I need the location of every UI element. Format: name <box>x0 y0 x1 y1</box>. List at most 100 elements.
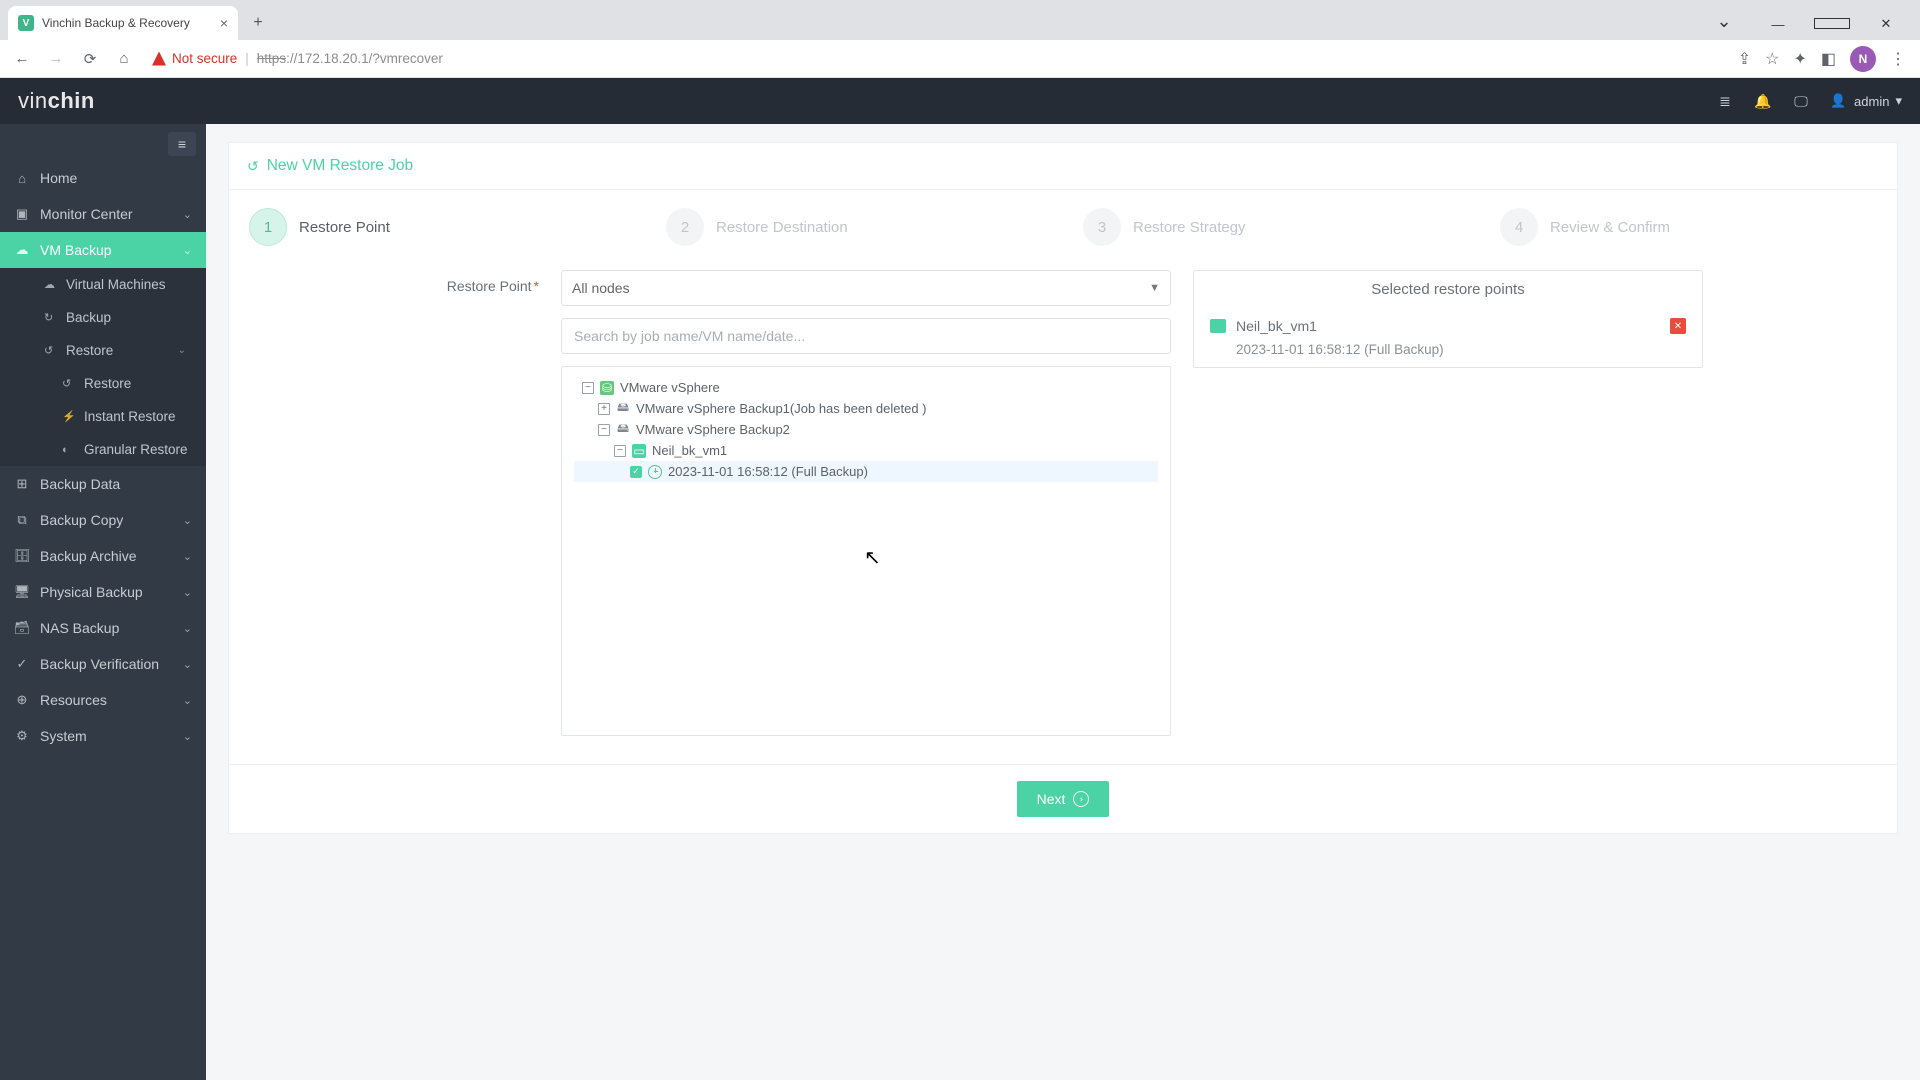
tree-node-job1[interactable]: + 🖴 VMware vSphere Backup1(Job has been … <box>574 398 1158 419</box>
selected-panel-title: Selected restore points <box>1194 271 1702 308</box>
selected-vm-row: Neil_bk_vm1 ✕ <box>1210 318 1686 334</box>
home-button[interactable]: ⌂ <box>112 47 136 71</box>
url-box[interactable]: Not secure | https://172.18.20.1/?vmreco… <box>146 51 1728 66</box>
side-panel-icon[interactable]: ◧ <box>1821 49 1836 69</box>
sidebar-sub-backup[interactable]: ↻ Backup <box>44 301 206 334</box>
tree-label: VMware vSphere Backup2 <box>636 422 790 437</box>
collapse-toggle[interactable]: − <box>582 382 594 394</box>
disk-icon: 🖴 <box>616 423 630 437</box>
sidebar-sub-restore-group[interactable]: ↺ Restore ⌄ <box>44 334 206 367</box>
browser-tab[interactable]: V Vinchin Backup & Recovery × <box>8 6 238 40</box>
collapse-toggle[interactable]: − <box>598 424 610 436</box>
physical-icon: 🖥 <box>14 584 30 600</box>
chevron-down-icon: ▼ <box>1149 282 1160 294</box>
app-header: vinchin ≣ 🔔 🖵 👤 admin ▾ <box>0 78 1920 124</box>
selected-panel: Selected restore points Neil_bk_vm1 ✕ 20… <box>1193 270 1703 368</box>
step-4[interactable]: 4 Review & Confirm <box>1500 208 1877 246</box>
disk-icon: 🖴 <box>616 402 630 416</box>
sidebar-sub-instant-restore[interactable]: ⚡ Instant Restore <box>44 400 206 433</box>
sidebar-label: Backup Archive <box>40 548 137 564</box>
list-icon[interactable]: ≣ <box>1716 92 1734 110</box>
warning-icon <box>152 52 166 66</box>
step-number: 4 <box>1500 208 1538 246</box>
home-icon: ⌂ <box>14 170 30 186</box>
window-minimize-icon[interactable] <box>1760 17 1796 32</box>
logo[interactable]: vinchin <box>18 88 95 114</box>
sidebar-label: VM Backup <box>40 242 112 258</box>
chevron-icon: ⌄ <box>178 345 198 356</box>
granular-icon: ◐ <box>62 444 76 456</box>
next-button[interactable]: Next › <box>1017 781 1110 817</box>
sidebar-item-backup-data[interactable]: ⊞ Backup Data <box>0 466 206 502</box>
sidebar-collapse-button[interactable]: ≡ <box>168 132 196 156</box>
forward-button[interactable]: → <box>44 47 68 71</box>
tree-node-restore-point[interactable]: ✓ 2023-11-01 16:58:12 (Full Backup) <box>574 461 1158 482</box>
sidebar-sub-granular-restore[interactable]: ◐ Granular Restore <box>44 433 206 466</box>
sidebar-item-physical-backup[interactable]: 🖥 Physical Backup ⌄ <box>0 574 206 610</box>
remove-button[interactable]: ✕ <box>1670 318 1686 334</box>
tree-node-vm[interactable]: − ▭ Neil_bk_vm1 <box>574 440 1158 461</box>
tab-close-icon[interactable]: × <box>220 15 228 31</box>
restore-icon: ↺ <box>62 377 76 390</box>
window-close-icon[interactable] <box>1868 16 1904 32</box>
sidebar-item-monitor[interactable]: ▣ Monitor Center ⌄ <box>0 196 206 232</box>
step-2[interactable]: 2 Restore Destination <box>666 208 1043 246</box>
sidebar-item-nas-backup[interactable]: 🗃 NAS Backup ⌄ <box>0 610 206 646</box>
sidebar-item-system[interactable]: ⚙ System ⌄ <box>0 718 206 754</box>
monitor-center-icon: ▣ <box>14 206 30 222</box>
monitor-icon[interactable]: 🖵 <box>1792 92 1810 110</box>
share-icon[interactable]: ⇪ <box>1738 49 1751 69</box>
browser-menu-icon[interactable]: ⋮ <box>1890 49 1906 69</box>
tab-favicon: V <box>18 15 34 31</box>
sidebar-item-backup-verification[interactable]: ✓ Backup Verification ⌄ <box>0 646 206 682</box>
app-body: ≡ ⌂ Home ▣ Monitor Center ⌄ ☁ VM Backup … <box>0 124 1920 1080</box>
user-menu[interactable]: 👤 admin ▾ <box>1830 93 1902 109</box>
sidebar-item-vm-backup[interactable]: ☁ VM Backup ⌄ <box>0 232 206 268</box>
browser-tab-strip: V Vinchin Backup & Recovery × + <box>0 0 1920 40</box>
profile-avatar[interactable]: N <box>1850 46 1876 72</box>
expand-toggle[interactable]: + <box>598 403 610 415</box>
chevron-icon: ⌄ <box>183 694 192 707</box>
sidebar-item-home[interactable]: ⌂ Home <box>0 160 206 196</box>
security-badge[interactable]: Not secure <box>152 51 237 66</box>
sidebar-sub-vmbackup: ☁ Virtual Machines ↻ Backup ↺ Restore ⌄ … <box>0 268 206 466</box>
node-select[interactable]: All nodes ▼ <box>561 270 1171 306</box>
tree-label: VMware vSphere Backup1(Job has been dele… <box>636 401 927 416</box>
nas-icon: 🗃 <box>14 620 30 636</box>
chevron-down-icon[interactable] <box>1706 17 1742 32</box>
tab-title: Vinchin Backup & Recovery <box>42 16 190 30</box>
step-label: Restore Strategy <box>1133 219 1246 236</box>
reload-button[interactable]: ⟳ <box>78 47 102 71</box>
sub-label: Restore <box>66 343 113 358</box>
tree-label: VMware vSphere <box>620 380 720 395</box>
tree-node-vsphere[interactable]: − ⛁ VMware vSphere <box>574 377 1158 398</box>
sidebar-item-backup-copy[interactable]: ⧉ Backup Copy ⌄ <box>0 502 206 538</box>
sidebar-sub-virtual-machines[interactable]: ☁ Virtual Machines <box>44 268 206 301</box>
new-tab-button[interactable]: + <box>244 9 272 37</box>
checkbox-checked[interactable]: ✓ <box>630 466 642 478</box>
window-maximize-icon[interactable] <box>1814 17 1850 32</box>
search-input[interactable]: Search by job name/VM name/date... <box>561 318 1171 354</box>
step-number: 3 <box>1083 208 1121 246</box>
sub-label: Virtual Machines <box>66 277 166 292</box>
copy-icon: ⧉ <box>14 512 30 528</box>
bell-icon[interactable]: 🔔 <box>1754 92 1772 110</box>
collapse-toggle[interactable]: − <box>614 445 626 457</box>
sidebar-item-backup-archive[interactable]: 🗄 Backup Archive ⌄ <box>0 538 206 574</box>
bookmark-icon[interactable]: ☆ <box>1765 49 1779 69</box>
instant-icon: ⚡ <box>62 410 76 423</box>
refresh-icon: ↺ <box>247 158 259 175</box>
sidebar-label: Backup Data <box>40 476 120 492</box>
tree-node-job2[interactable]: − 🖴 VMware vSphere Backup2 <box>574 419 1158 440</box>
page-title: New VM Restore Job <box>267 157 413 175</box>
extensions-icon[interactable]: ✦ <box>1793 49 1806 69</box>
chevron-icon: ⌄ <box>183 208 192 221</box>
search-placeholder: Search by job name/VM name/date... <box>574 328 805 344</box>
data-icon: ⊞ <box>14 476 30 492</box>
sidebar-sub-restore[interactable]: ↺ Restore <box>44 367 206 400</box>
step-1[interactable]: 1 Restore Point <box>249 208 626 246</box>
sidebar-item-resources[interactable]: ⊕ Resources ⌄ <box>0 682 206 718</box>
chevron-icon: ⌄ <box>183 244 192 257</box>
step-3[interactable]: 3 Restore Strategy <box>1083 208 1460 246</box>
back-button[interactable]: ← <box>10 47 34 71</box>
